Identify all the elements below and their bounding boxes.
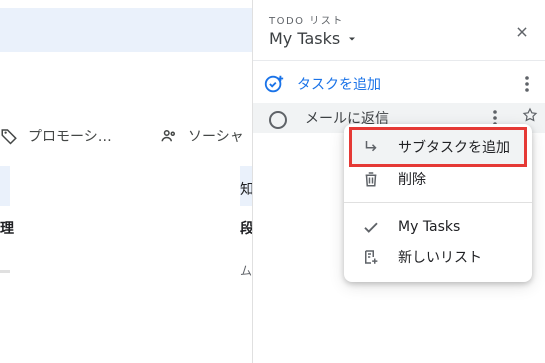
menu-item-my-tasks[interactable]: My Tasks [352,210,524,244]
more-options-button[interactable] [517,74,537,94]
search-bar[interactable] [0,8,252,52]
menu-item-label: サブタスクを追加 [398,140,510,156]
menu-item-delete[interactable]: 削除 [352,162,524,196]
menu-item-label: 新しいリスト [398,250,482,266]
tab-social-label: ソーシャ [188,129,244,145]
menu-item-label: 削除 [398,172,426,188]
label-icon [0,127,18,145]
star-icon [522,107,538,123]
close-icon [515,25,529,39]
category-tabs: プロモーシ… ソーシャ [0,126,252,156]
more-vert-icon [525,76,529,92]
add-task-button[interactable]: タスクを追加 [263,72,381,96]
subdirectory-arrow-icon [362,138,380,156]
menu-item-new-list[interactable]: 新しいリスト [352,240,524,274]
menu-item-label: My Tasks [398,219,461,235]
panel-kicker: TODO リスト [269,16,344,27]
task-complete-toggle[interactable] [269,111,287,129]
bg-snippet-small: ム [240,264,253,278]
bg-snippet-bold: 理 [0,221,14,237]
task-context-menu: サブタスクを追加 削除 My Tasks 新しいリスト [344,124,532,282]
add-task-icon [263,73,285,95]
header-divider [253,60,545,61]
check-icon [362,218,380,236]
list-switcher[interactable]: My Tasks [269,29,358,48]
menu-divider [344,202,532,203]
add-task-label: タスクを追加 [297,77,381,93]
people-icon [160,127,178,145]
tab-promotions[interactable]: プロモーシ… [0,126,112,146]
bg-row-highlight [0,166,10,206]
page-title: My Tasks [269,29,341,48]
trash-icon [362,170,380,188]
new-list-icon [362,248,380,266]
bg-divider [0,270,10,273]
tab-promotions-label: プロモーシ… [28,129,112,145]
menu-item-add-subtask[interactable]: サブタスクを追加 [349,127,527,167]
star-button[interactable] [522,107,538,123]
tab-social[interactable]: ソーシャ [160,126,244,146]
caret-down-icon [346,33,358,45]
close-button[interactable] [510,20,534,44]
